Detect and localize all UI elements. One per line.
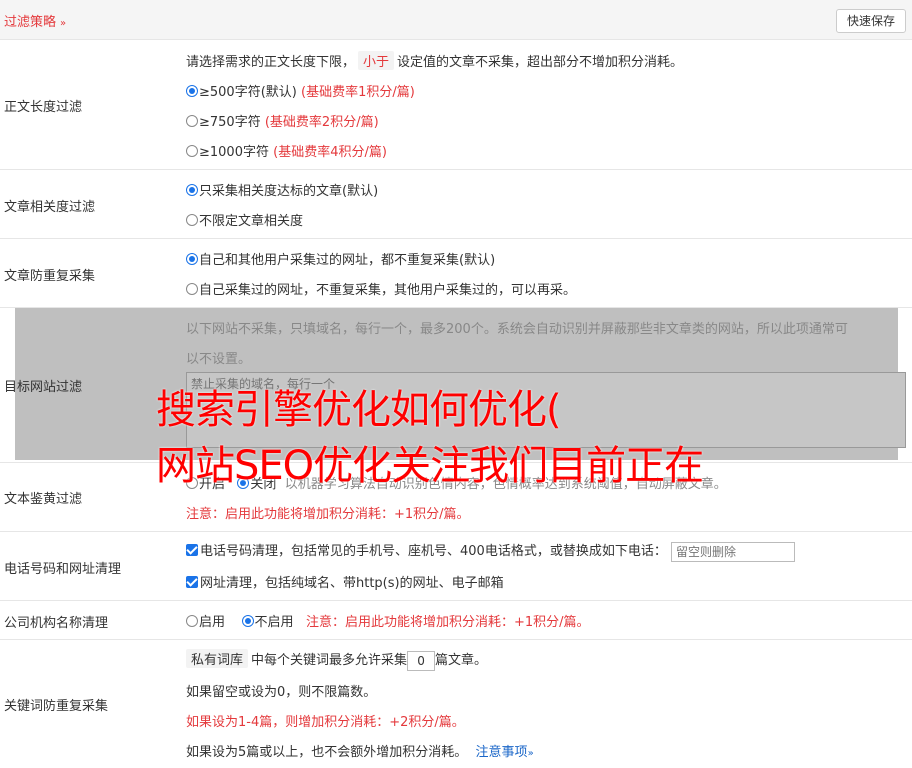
option-note: (基础费率4积分/篇) <box>273 145 387 160</box>
keyword-line-3: 如果设为1-4篇，则增加积分消耗：+2积分/篇。 <box>186 715 465 730</box>
chevron-down-icon: » <box>60 18 67 29</box>
on-label: 启用 <box>199 615 226 630</box>
radio-porn-off[interactable] <box>237 477 250 489</box>
length-option-500[interactable]: ≥500字符(默认) (基础费率1积分/篇) <box>186 81 415 100</box>
max-articles-input[interactable] <box>407 650 436 671</box>
phone-clean-option[interactable]: 电话号码清理，包括常见的手机号、座机号、400电话格式，或替换成如下电话： <box>186 540 795 562</box>
url-clean-text: 网址清理，包括纯域名、带http(s)的网址、电子邮箱 <box>200 576 504 591</box>
desc-text-end: 设定值的文章不采集，超出部分不增加积分消耗。 <box>397 55 684 70</box>
dup-filter-row: 文章防重复采集 自己和其他用户采集过的网址，都不重复采集(默认) 自己采集过的网… <box>0 239 912 308</box>
relevance-option-2[interactable]: 不限定文章相关度 <box>186 210 303 229</box>
relevance-filter-label: 文章相关度过滤 <box>4 200 96 215</box>
length-option-750[interactable]: ≥750字符 (基础费率2积分/篇) <box>186 111 379 130</box>
keyword-line-1-text: 中每个关键词最多允许采集 <box>251 653 408 668</box>
porn-filter-options: 开启 关闭 以机器学习算法自动识别色情内容，色情概率达到系统阈值，自动屏蔽文章。 <box>186 473 727 492</box>
keyword-line-2: 如果留空或设为0，则不限篇数。 <box>186 685 377 700</box>
radio-relevance-any[interactable] <box>186 214 198 226</box>
option-label: ≥1000字符 <box>199 145 269 160</box>
dup-filter-label: 文章防重复采集 <box>4 269 96 284</box>
radio-company-off[interactable] <box>241 615 254 627</box>
desc-text: 请选择需求的正文长度下限， <box>186 55 356 70</box>
site-filter-desc-2: 以不设置。 <box>186 352 252 367</box>
off-label: 不启用 <box>254 615 294 630</box>
porn-filter-label: 文本鉴黄过滤 <box>4 492 83 507</box>
length-filter-desc: 请选择需求的正文长度下限， 小于 设定值的文章不采集，超出部分不增加积分消耗。 <box>186 51 683 70</box>
dup-option-1[interactable]: 自己和其他用户采集过的网址，都不重复采集(默认) <box>186 249 495 268</box>
notice-link[interactable]: 注意事项» <box>476 745 534 760</box>
private-dict-tag[interactable]: 私有词库 <box>186 649 249 668</box>
replace-phone-input[interactable] <box>670 541 795 562</box>
porn-filter-row: 文本鉴黄过滤 开启 关闭 以机器学习算法自动识别色情内容，色情概率达到系统阈值，… <box>0 463 912 532</box>
less-than-tag: 小于 <box>358 51 395 70</box>
length-option-1000[interactable]: ≥1000字符 (基础费率4积分/篇) <box>186 141 387 160</box>
phone-filter-row: 电话号码和网址清理 电话号码清理，包括常见的手机号、座机号、400电话格式，或替… <box>0 532 912 601</box>
option-label: 自己采集过的网址，不重复采集，其他用户采集过的，可以再采。 <box>199 283 577 298</box>
filter-header: 过滤策略» 快速保存 <box>0 0 912 40</box>
option-note: (基础费率1积分/篇) <box>301 85 415 100</box>
porn-filter-desc: 以机器学习算法自动识别色情内容，色情概率达到系统阈值，自动屏蔽文章。 <box>284 477 727 492</box>
keyword-line-4: 如果设为5篇或以上，也不会额外增加积分消耗。 注意事项» <box>186 741 534 760</box>
on-label: 开启 <box>199 477 226 492</box>
phone-clean-checkbox[interactable] <box>186 544 198 556</box>
porn-filter-note: 注意：启用此功能将增加积分消耗：+1积分/篇。 <box>186 507 470 522</box>
keyword-line-4-text: 如果设为5篇或以上，也不会额外增加积分消耗。 <box>186 745 468 760</box>
chevron-down-icon: » <box>527 748 534 759</box>
keyword-line-1: 私有词库中每个关键词最多允许采集 篇文章。 <box>183 649 487 671</box>
site-filter-desc-1: 以下网站不采集，只填域名，每行一个，最多200个。系统会自动识别并屏蔽那些非文章… <box>186 322 848 337</box>
keyword-filter-row: 关键词防重复采集 私有词库中每个关键词最多允许采集 篇文章。 如果留空或设为0，则… <box>0 640 912 768</box>
length-filter-row: 正文长度过滤 请选择需求的正文长度下限， 小于 设定值的文章不采集，超出部分不增加积… <box>0 40 912 170</box>
option-note: (基础费率2积分/篇) <box>264 115 379 130</box>
option-label: 不限定文章相关度 <box>199 214 304 229</box>
company-filter-note: 注意：启用此功能将增加积分消耗：+1积分/篇。 <box>305 615 590 630</box>
radio-company-on[interactable] <box>186 615 198 627</box>
option-label: ≥750字符 <box>199 115 261 130</box>
phone-filter-label: 电话号码和网址清理 <box>4 562 122 577</box>
url-clean-checkbox[interactable] <box>186 576 198 588</box>
filter-title[interactable]: 过滤策略» <box>4 11 66 30</box>
radio-dup-self[interactable] <box>186 283 198 295</box>
url-clean-option[interactable]: 网址清理，包括纯域名、带http(s)的网址、电子邮箱 <box>186 572 504 591</box>
option-label: ≥500字符(默认) <box>199 85 297 100</box>
company-filter-options: 启用 不启用 注意：启用此功能将增加积分消耗：+1积分/篇。 <box>186 611 590 630</box>
radio-relevance-only[interactable] <box>186 184 198 196</box>
relevance-option-1[interactable]: 只采集相关度达标的文章(默认) <box>186 180 378 199</box>
radio-750[interactable] <box>186 115 198 127</box>
quick-save-button[interactable]: 快速保存 <box>836 9 906 33</box>
notice-link-text: 注意事项 <box>475 745 528 760</box>
radio-porn-on[interactable] <box>186 477 198 489</box>
option-label: 只采集相关度达标的文章(默认) <box>199 184 379 199</box>
radio-dup-all[interactable] <box>186 253 198 265</box>
relevance-filter-row: 文章相关度过滤 只采集相关度达标的文章(默认) 不限定文章相关度 <box>0 170 912 239</box>
option-label: 自己和其他用户采集过的网址，都不重复采集(默认) <box>199 253 496 268</box>
radio-500[interactable] <box>186 85 198 97</box>
phone-clean-text: 电话号码清理，包括常见的手机号、座机号、400电话格式，或替换成如下电话： <box>200 544 667 559</box>
keyword-line-1-end: 篇文章。 <box>435 653 488 668</box>
company-filter-row: 公司机构名称清理 启用 不启用 注意：启用此功能将增加积分消耗：+1积分/篇。 <box>0 601 912 640</box>
radio-1000[interactable] <box>186 145 198 157</box>
company-filter-label: 公司机构名称清理 <box>4 616 109 631</box>
filter-title-text: 过滤策略 <box>4 15 57 30</box>
dup-option-2[interactable]: 自己采集过的网址，不重复采集，其他用户采集过的，可以再采。 <box>186 279 576 298</box>
off-label: 关闭 <box>250 477 277 492</box>
site-filter-label: 目标网站过滤 <box>4 380 83 395</box>
blocked-domains-textarea[interactable] <box>186 372 906 448</box>
length-filter-label: 正文长度过滤 <box>4 100 83 115</box>
keyword-filter-label: 关键词防重复采集 <box>4 699 109 714</box>
